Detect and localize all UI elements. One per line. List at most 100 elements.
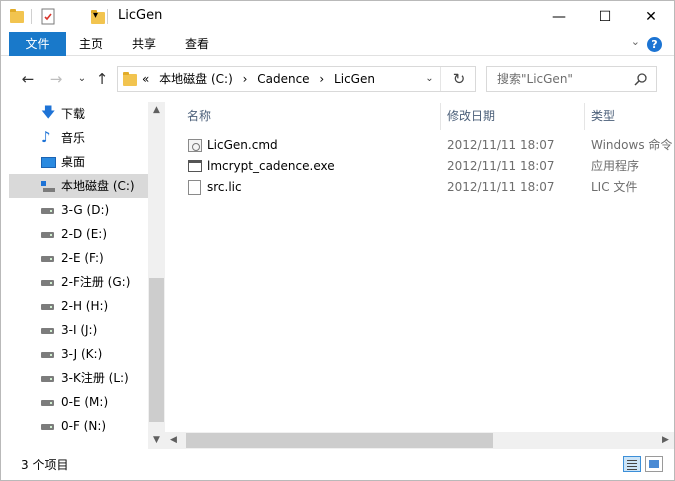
- large-icons-view-button[interactable]: [645, 456, 663, 472]
- properties-icon[interactable]: [41, 8, 57, 26]
- file-icon: [188, 180, 201, 195]
- file-row[interactable]: LicGen.cmd 2012/11/11 18:07 Windows 命令: [185, 135, 674, 156]
- nav-item-label: 2-F注册 (G:): [61, 275, 131, 289]
- breadcrumb-item[interactable]: Cadence: [257, 72, 309, 86]
- drive-icon: [41, 352, 54, 358]
- cmd-file-icon: [188, 139, 202, 152]
- navigation-pane: 🡇 下载 ♪ 音乐 桌面 本地磁盘 (C:) 3-G (D:) 2-D (E:)…: [1, 102, 148, 449]
- download-icon: 🡇: [41, 105, 56, 121]
- drive-icon: [41, 280, 54, 286]
- folder-icon: [123, 72, 137, 86]
- tab-file[interactable]: 文件: [9, 32, 66, 56]
- title-bar: ▾ LicGen — ☐ ✕: [1, 1, 674, 32]
- scroll-right-icon[interactable]: ▶: [657, 432, 674, 449]
- drive-icon: [41, 256, 54, 262]
- nav-item-drive-g[interactable]: 2-F注册 (G:): [9, 270, 148, 294]
- breadcrumb-separator[interactable]: ›: [243, 72, 248, 86]
- tab-home[interactable]: 主页: [71, 32, 111, 56]
- column-header-type[interactable]: 类型: [591, 105, 615, 127]
- search-icon: [634, 73, 647, 86]
- column-header-name[interactable]: 名称: [187, 105, 211, 127]
- help-icon[interactable]: ?: [647, 37, 662, 52]
- scrollbar-thumb[interactable]: [186, 433, 493, 448]
- file-date: 2012/11/11 18:07: [447, 180, 555, 194]
- nav-item-drive-k[interactable]: 3-J (K:): [9, 342, 148, 366]
- nav-item-local-disk-c[interactable]: 本地磁盘 (C:): [9, 174, 148, 198]
- file-row[interactable]: src.lic 2012/11/11 18:07 LIC 文件: [185, 177, 674, 198]
- drive-icon: [41, 376, 54, 382]
- column-divider[interactable]: [440, 103, 441, 130]
- nav-item-label: 0-F (N:): [61, 419, 107, 433]
- breadcrumb: « 本地磁盘 (C:) › Cadence › LicGen: [142, 67, 381, 91]
- file-type: Windows 命令: [591, 138, 673, 152]
- horizontal-scrollbar[interactable]: ◀ ▶: [165, 432, 674, 449]
- nav-item-drive-l[interactable]: 3-K注册 (L:): [9, 366, 148, 390]
- folder-icon[interactable]: [10, 9, 24, 23]
- expand-ribbon-icon[interactable]: ⌄: [631, 35, 640, 48]
- search-input[interactable]: 搜索"LicGen": [497, 67, 573, 91]
- file-name: LicGen.cmd: [207, 138, 278, 152]
- item-count: 3 个项目: [21, 458, 69, 472]
- search-box[interactable]: 搜索"LicGen": [486, 66, 657, 92]
- desktop-icon: [41, 157, 56, 168]
- file-list: ⌃ 名称 修改日期 类型 LicGen.cmd 2012/11/11 18:07…: [165, 102, 674, 432]
- file-name: lmcrypt_cadence.exe: [207, 159, 335, 173]
- scroll-down-icon[interactable]: ▼: [148, 432, 165, 449]
- local-disk-icon: [41, 181, 55, 192]
- address-bar[interactable]: « 本地磁盘 (C:) › Cadence › LicGen ⌄ ↻: [117, 66, 476, 92]
- drive-icon: [41, 328, 54, 334]
- column-divider[interactable]: [584, 103, 585, 130]
- nav-item-drive-h[interactable]: 2-H (H:): [9, 294, 148, 318]
- scrollbar-thumb[interactable]: [149, 278, 164, 422]
- nav-item-drive-d[interactable]: 3-G (D:): [9, 198, 148, 222]
- nav-item-label: 桌面: [61, 155, 86, 169]
- drive-icon: [41, 304, 54, 310]
- back-button[interactable]: ←: [19, 69, 37, 89]
- address-row: ← → ⌄ ↑ « 本地磁盘 (C:) › Cadence › LicGen ⌄…: [1, 57, 674, 102]
- nav-item-drive-f[interactable]: 2-E (F:): [9, 246, 148, 270]
- breadcrumb-separator[interactable]: ›: [319, 72, 324, 86]
- nav-item-music[interactable]: ♪ 音乐: [9, 126, 148, 150]
- sort-ascending-icon: ⌃: [305, 102, 314, 108]
- music-icon: ♪: [41, 128, 51, 146]
- close-button[interactable]: ✕: [628, 1, 674, 32]
- nav-item-label: 3-J (K:): [61, 347, 103, 361]
- file-type: 应用程序: [591, 159, 640, 173]
- file-type: LIC 文件: [591, 180, 638, 194]
- tab-view[interactable]: 查看: [177, 32, 217, 56]
- explorer-window: ▾ LicGen — ☐ ✕ 文件 主页 共享 查看 ⌄ ? ← → ⌄ ↑ «…: [0, 0, 675, 481]
- nav-item-label: 2-D (E:): [61, 227, 108, 241]
- nav-item-label: 3-K注册 (L:): [61, 371, 129, 385]
- nav-item-drive-j[interactable]: 3-I (J:): [9, 318, 148, 342]
- nav-item-desktop[interactable]: 桌面: [9, 150, 148, 174]
- nav-item-drive-n[interactable]: 0-F (N:): [9, 414, 148, 438]
- file-row[interactable]: lmcrypt_cadence.exe 2012/11/11 18:07 应用程…: [185, 156, 674, 177]
- up-button[interactable]: ↑: [93, 69, 111, 89]
- recent-locations-button[interactable]: ⌄: [73, 69, 91, 89]
- maximize-button[interactable]: ☐: [582, 1, 628, 32]
- nav-item-label: 本地磁盘 (C:): [61, 179, 135, 193]
- nav-item-label: 2-H (H:): [61, 299, 109, 313]
- scroll-left-icon[interactable]: ◀: [165, 432, 182, 449]
- drive-icon: [41, 400, 54, 406]
- breadcrumb-overflow[interactable]: «: [142, 72, 149, 86]
- tab-share[interactable]: 共享: [124, 32, 164, 56]
- nav-item-drive-e[interactable]: 2-D (E:): [9, 222, 148, 246]
- divider: [107, 9, 108, 24]
- breadcrumb-item[interactable]: 本地磁盘 (C:): [159, 72, 233, 86]
- nav-item-downloads[interactable]: 🡇 下载: [9, 102, 148, 126]
- nav-item-label: 3-I (J:): [61, 323, 98, 337]
- minimize-button[interactable]: —: [536, 1, 582, 32]
- details-view-button[interactable]: [623, 456, 641, 472]
- customize-quick-access-icon[interactable]: ▾: [93, 10, 98, 28]
- breadcrumb-item[interactable]: LicGen: [334, 72, 375, 86]
- forward-button[interactable]: →: [47, 69, 65, 89]
- refresh-icon[interactable]: ↻: [443, 67, 475, 91]
- drive-icon: [41, 424, 54, 430]
- exe-file-icon: [188, 160, 202, 172]
- scroll-up-icon[interactable]: ▲: [148, 102, 165, 119]
- column-header-date[interactable]: 修改日期: [447, 105, 495, 127]
- nav-item-drive-m[interactable]: 0-E (M:): [9, 390, 148, 414]
- nav-scrollbar[interactable]: ▲ ▼: [148, 102, 165, 449]
- address-dropdown-icon[interactable]: ⌄: [419, 67, 441, 91]
